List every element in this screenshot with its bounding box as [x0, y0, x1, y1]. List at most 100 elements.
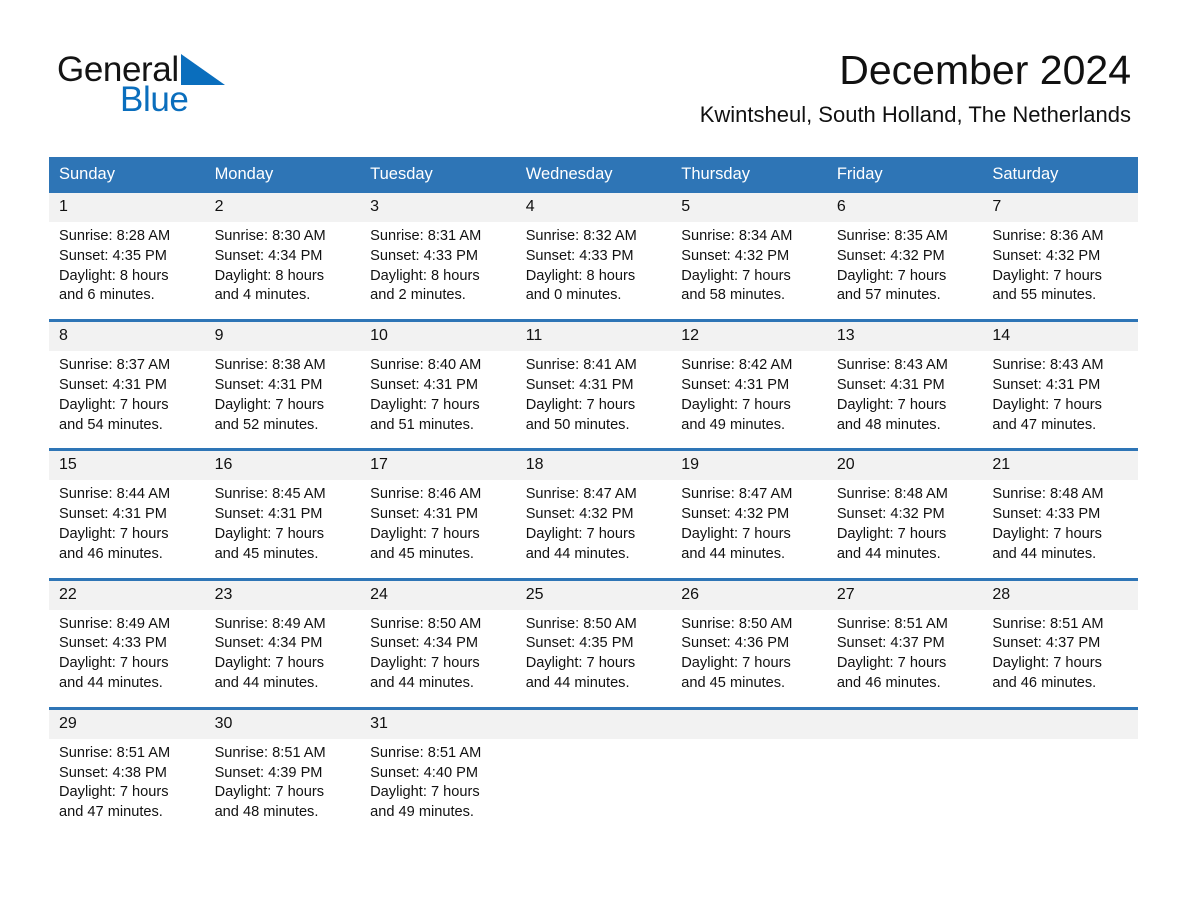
day-number[interactable]: 23	[204, 577, 361, 610]
day-cell[interactable]: Sunrise: 8:51 AM Sunset: 4:40 PM Daylight:…	[360, 738, 516, 836]
sunrise-text: Sunrise: 8:51 AM	[992, 615, 1104, 632]
day-cell[interactable]: Sunrise: 8:51 AM Sunset: 4:38 PM Daylight:…	[49, 738, 205, 836]
sunset-text: Sunset: 4:35 PM	[59, 247, 167, 264]
general-blue-logo[interactable]: General Blue	[57, 52, 297, 122]
daylight-text-line2: and 44 minutes.	[525, 674, 630, 691]
sunrise-text: Sunrise: 8:36 AM	[992, 228, 1104, 244]
daylight-text-line1: Daylight: 7 hours	[992, 396, 1102, 413]
day-cell[interactable]: Sunrise: 8:49 AM Sunset: 4:34 PM Daylight:…	[204, 609, 361, 709]
sunrise-text: Sunrise: 8:30 AM	[214, 228, 326, 244]
day-cell-empty	[671, 738, 827, 836]
day-number[interactable]: 15	[49, 448, 205, 481]
day-cell[interactable]: Sunrise: 8:42 AM Sunset: 4:31 PM Daylight:…	[671, 351, 827, 450]
day-number[interactable]: 7	[982, 193, 1138, 222]
day-number[interactable]: 3	[360, 193, 516, 222]
sunrise-text: Sunrise: 8:47 AM	[681, 486, 793, 503]
day-number[interactable]: 5	[671, 193, 827, 222]
day-number[interactable]: 17	[360, 448, 516, 481]
day-cell[interactable]: Sunrise: 8:47 AM Sunset: 4:32 PM Daylight:…	[671, 480, 827, 580]
day-number[interactable]: 16	[204, 448, 361, 481]
sunset-text: Sunset: 4:31 PM	[214, 376, 323, 393]
sunset-text: Sunset: 4:32 PM	[681, 247, 790, 264]
day-cell[interactable]: Sunrise: 8:51 AM Sunset: 4:37 PM Daylight:…	[826, 609, 983, 709]
daylight-text-line1: Daylight: 7 hours	[214, 396, 325, 413]
day-cell[interactable]: Sunrise: 8:34 AM Sunset: 4:32 PM Daylight:…	[671, 222, 827, 321]
day-number-empty	[826, 706, 983, 739]
day-cell[interactable]: Sunrise: 8:51 AM Sunset: 4:37 PM Daylight:…	[982, 609, 1138, 709]
day-number[interactable]: 12	[671, 319, 827, 352]
daylight-text-line1: Daylight: 7 hours	[525, 655, 636, 672]
day-cell[interactable]: Sunrise: 8:50 AM Sunset: 4:36 PM Daylight:…	[671, 609, 827, 709]
day-number[interactable]: 25	[515, 577, 672, 610]
day-number[interactable]: 22	[49, 577, 205, 610]
sunset-text: Sunset: 4:33 PM	[370, 247, 479, 264]
day-number[interactable]: 14	[982, 319, 1138, 352]
day-number[interactable]: 29	[49, 706, 205, 739]
sunrise-text: Sunrise: 8:40 AM	[370, 357, 482, 374]
day-cell[interactable]: Sunrise: 8:45 AM Sunset: 4:31 PM Daylight:…	[204, 480, 361, 580]
day-cell[interactable]: Sunrise: 8:40 AM Sunset: 4:31 PM Daylight:…	[360, 351, 516, 450]
daylight-text-line1: Daylight: 7 hours	[59, 525, 169, 542]
day-cell[interactable]: Sunrise: 8:50 AM Sunset: 4:34 PM Daylight:…	[360, 609, 516, 709]
day-number[interactable]: 4	[515, 193, 672, 222]
day-cell[interactable]: Sunrise: 8:43 AM Sunset: 4:31 PM Daylight:…	[982, 351, 1138, 450]
day-number[interactable]: 10	[360, 319, 516, 352]
day-cell[interactable]: Sunrise: 8:46 AM Sunset: 4:31 PM Daylight:…	[360, 480, 516, 580]
calendar-body: 1 2 3 4 5 6 7 Sunrise: 8:28 AM Sunset: 4:…	[49, 193, 1138, 836]
day-number[interactable]: 20	[826, 448, 983, 481]
day-number[interactable]: 13	[826, 319, 983, 352]
day-number[interactable]: 31	[360, 706, 516, 739]
daylight-text-line1: Daylight: 7 hours	[214, 525, 325, 542]
day-number-row: 8 9 10 11 12 13 14	[49, 319, 1138, 352]
sunset-text: Sunset: 4:31 PM	[59, 376, 167, 393]
daylight-text-line2: and 50 minutes.	[525, 416, 630, 433]
sunset-text: Sunset: 4:32 PM	[525, 506, 634, 523]
daylight-text-line2: and 47 minutes.	[59, 804, 163, 821]
sunset-text: Sunset: 4:34 PM	[214, 635, 323, 652]
day-number[interactable]: 19	[671, 448, 827, 481]
day-cell[interactable]: Sunrise: 8:43 AM Sunset: 4:31 PM Daylight:…	[826, 351, 983, 450]
day-number[interactable]: 2	[204, 193, 361, 222]
day-number[interactable]: 9	[204, 319, 361, 352]
daylight-text-line2: and 0 minutes.	[525, 287, 622, 304]
day-cell[interactable]: Sunrise: 8:48 AM Sunset: 4:33 PM Daylight:…	[982, 480, 1138, 580]
day-cell[interactable]: Sunrise: 8:32 AM Sunset: 4:33 PM Daylight:…	[515, 222, 672, 321]
day-number[interactable]: 1	[49, 193, 205, 222]
sunset-text: Sunset: 4:31 PM	[214, 506, 323, 523]
day-cell[interactable]: Sunrise: 8:51 AM Sunset: 4:39 PM Daylight:…	[204, 738, 361, 836]
sunrise-text: Sunrise: 8:48 AM	[836, 486, 948, 503]
sunrise-text: Sunrise: 8:50 AM	[681, 615, 793, 632]
day-number[interactable]: 11	[515, 319, 672, 352]
day-number[interactable]: 24	[360, 577, 516, 610]
day-cell[interactable]: Sunrise: 8:49 AM Sunset: 4:33 PM Daylight:…	[49, 609, 205, 709]
day-cell[interactable]: Sunrise: 8:37 AM Sunset: 4:31 PM Daylight:…	[49, 351, 205, 450]
sunset-text: Sunset: 4:31 PM	[681, 376, 790, 393]
day-cell[interactable]: Sunrise: 8:48 AM Sunset: 4:32 PM Daylight:…	[826, 480, 983, 580]
day-cell[interactable]: Sunrise: 8:31 AM Sunset: 4:33 PM Daylight:…	[360, 222, 516, 321]
day-cell[interactable]: Sunrise: 8:41 AM Sunset: 4:31 PM Daylight:…	[515, 351, 672, 450]
day-number[interactable]: 26	[671, 577, 827, 610]
sunrise-text: Sunrise: 8:37 AM	[59, 357, 171, 374]
day-number[interactable]: 30	[204, 706, 361, 739]
daylight-text-line2: and 44 minutes.	[681, 545, 786, 562]
day-number[interactable]: 8	[49, 319, 205, 352]
day-cell[interactable]: Sunrise: 8:35 AM Sunset: 4:32 PM Daylight:…	[826, 222, 983, 321]
weekday-header-wednesday: Wednesday	[515, 157, 672, 193]
day-number[interactable]: 6	[826, 193, 983, 222]
daylight-text-line2: and 54 minutes.	[59, 416, 163, 433]
day-cell[interactable]: Sunrise: 8:44 AM Sunset: 4:31 PM Daylight:…	[49, 480, 205, 580]
day-number[interactable]: 27	[826, 577, 983, 610]
day-cell[interactable]: Sunrise: 8:38 AM Sunset: 4:31 PM Daylight:…	[204, 351, 361, 450]
day-info-row: Sunrise: 8:37 AM Sunset: 4:31 PM Daylight:…	[49, 351, 1138, 450]
day-cell[interactable]: Sunrise: 8:28 AM Sunset: 4:35 PM Daylight:…	[49, 222, 205, 321]
day-cell[interactable]: Sunrise: 8:50 AM Sunset: 4:35 PM Daylight:…	[515, 609, 672, 709]
day-number[interactable]: 18	[515, 448, 672, 481]
day-number-empty	[671, 706, 827, 739]
day-number-row: 22 23 24 25 26 27 28	[49, 577, 1138, 610]
day-number[interactable]: 21	[982, 448, 1138, 481]
day-cell[interactable]: Sunrise: 8:36 AM Sunset: 4:32 PM Daylight:…	[982, 222, 1138, 321]
day-cell[interactable]: Sunrise: 8:30 AM Sunset: 4:34 PM Daylight:…	[204, 222, 361, 321]
day-number[interactable]: 28	[982, 577, 1138, 610]
day-cell[interactable]: Sunrise: 8:47 AM Sunset: 4:32 PM Daylight:…	[515, 480, 672, 580]
sunrise-text: Sunrise: 8:32 AM	[525, 228, 637, 244]
